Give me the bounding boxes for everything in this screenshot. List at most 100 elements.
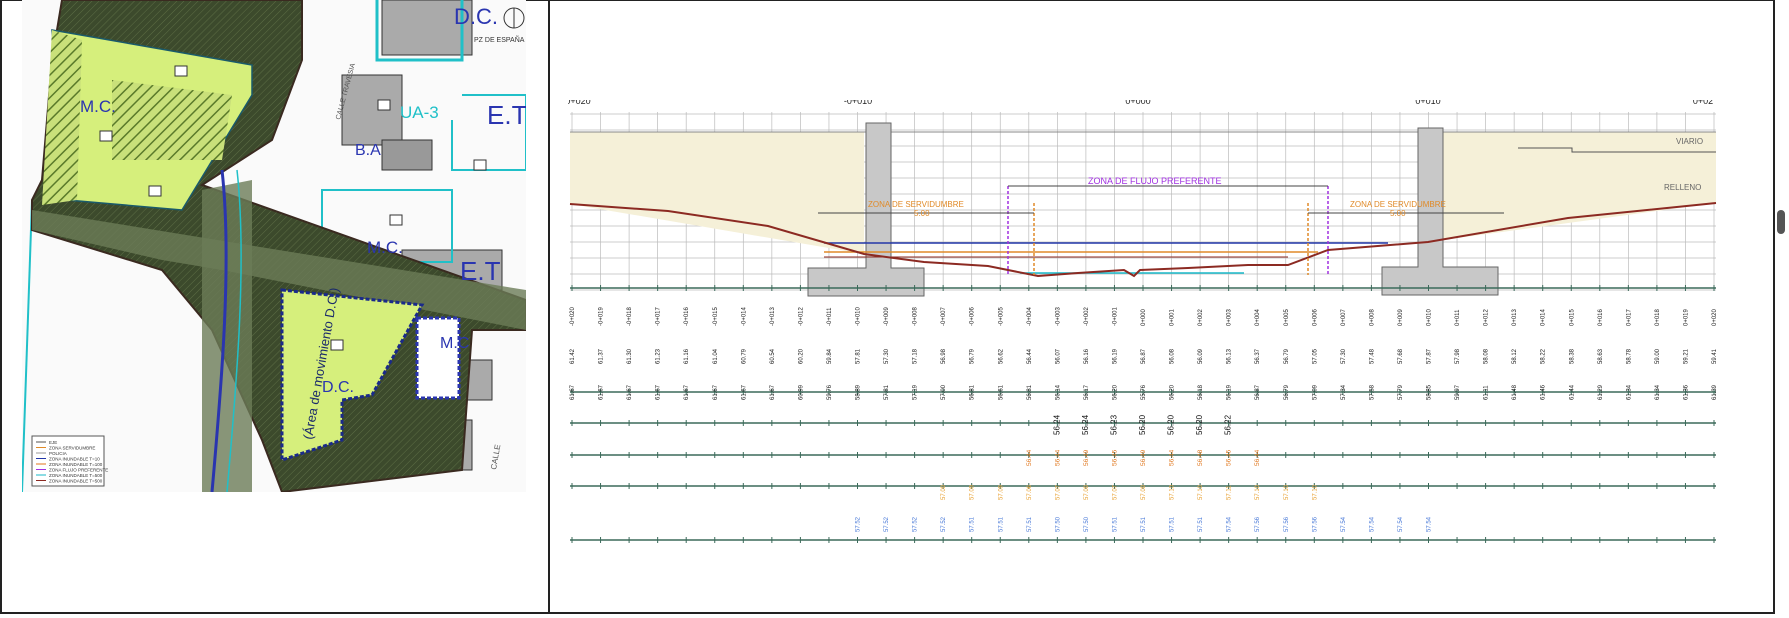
station-label: -0+011 xyxy=(827,307,833,326)
station-label: 0+020 xyxy=(1712,308,1718,326)
row3-value: 56.22 xyxy=(1224,414,1233,435)
cross-section-drawing: 0+020 -0+010 0+000 0+010 0+02 VIARIO RELLENO… xyxy=(565,96,1718,580)
station-label: 0+004 xyxy=(1255,308,1261,326)
row5-value: 57.10 xyxy=(1255,484,1261,500)
row2-value: 55.76 xyxy=(1141,384,1147,400)
row1-value: 60.20 xyxy=(798,348,804,364)
legend-label: ZONA INUNDABLE T=500 xyxy=(49,479,103,484)
row1-value: 56.37 xyxy=(1255,348,1261,364)
legend-label: POLICIA xyxy=(49,451,67,456)
row2-value: 61.67 xyxy=(741,384,747,400)
station-label: 0+016 xyxy=(1598,308,1604,326)
row3-value: 56.24 xyxy=(1081,414,1090,435)
row5-value: 57.07 xyxy=(1112,484,1118,500)
row2-value: 61.67 xyxy=(599,384,605,400)
row4-value: 56.45 xyxy=(1111,449,1118,466)
map-label-mc-right: M.C xyxy=(440,335,469,352)
row2-value: 56.81 xyxy=(970,384,976,400)
row3-value: 56.24 xyxy=(1052,414,1061,435)
flujo-label: ZONA DE FLUJO PREFERENTE xyxy=(1088,176,1222,186)
row1-value: 56.98 xyxy=(941,348,947,364)
row3-value: 56.20 xyxy=(1167,414,1176,435)
station-label: -0+004 xyxy=(1027,306,1033,326)
row4-value: 56.44 xyxy=(1054,449,1061,466)
station-label: -0+014 xyxy=(741,306,747,326)
row5-value: 57.11 xyxy=(1227,485,1233,500)
station-label: -0+003 xyxy=(1055,306,1061,326)
row2-value: 61.67 xyxy=(684,384,690,400)
section-data-band: -0+020 -0+019 -0+018 -0+017 -0+016 -0+015 -0+0… xyxy=(570,285,1718,543)
scroll-handle[interactable] xyxy=(1777,210,1785,234)
row5-value: 57.06 xyxy=(1027,484,1033,500)
row2-value: 61.67 xyxy=(656,384,662,400)
row5-value: 57.09 xyxy=(970,484,976,500)
chainage-top-labels: 0+020 -0+010 0+000 0+010 0+02 xyxy=(565,96,1713,106)
row5-value: 57.07 xyxy=(1055,484,1061,500)
row4-value: 56.48 xyxy=(1197,449,1204,466)
station-label: -0+007 xyxy=(941,306,947,326)
row1-value: 61.37 xyxy=(599,348,605,364)
row6-value: 57.54 xyxy=(1398,516,1404,532)
row2-value: 56.20 xyxy=(1112,384,1118,400)
station-label: -0+015 xyxy=(713,306,719,326)
station-label: 0+018 xyxy=(1655,308,1661,326)
station-label: 0+012 xyxy=(1484,308,1490,326)
row2-value: 61.39 xyxy=(1712,384,1718,400)
row1-value: 57.68 xyxy=(1398,348,1404,364)
row1-value: 57.18 xyxy=(913,348,919,364)
row1-value: 56.08 xyxy=(1170,348,1176,364)
row1-value: 57.81 xyxy=(856,348,862,364)
row6-value: 57.51 xyxy=(1198,516,1204,532)
station-label: 0+000 xyxy=(1141,308,1147,326)
row1-value: 58.22 xyxy=(1541,348,1547,364)
row3-value: 56.23 xyxy=(1109,414,1118,435)
row6-value: 57.51 xyxy=(1112,516,1118,532)
station-label: 0+006 xyxy=(1312,308,1318,326)
row1-value: 57.05 xyxy=(1312,348,1318,364)
row2-value: 61.67 xyxy=(570,384,576,400)
row4-value: 56.49 xyxy=(1083,449,1090,466)
row6-value: 57.52 xyxy=(941,516,947,532)
row5-value: 57.09 xyxy=(1084,484,1090,500)
row1-value: 60.79 xyxy=(741,348,747,364)
row1-value: 56.79 xyxy=(1284,348,1290,364)
station-label: -0+016 xyxy=(684,306,690,326)
row2-value: 61.46 xyxy=(1541,384,1547,400)
row1-value: 56.19 xyxy=(1112,348,1118,364)
station-label: -0+002 xyxy=(1084,306,1090,326)
serv-right-label: ZONA DE SERVIDUMBRE xyxy=(1350,200,1446,209)
row1-value: 61.30 xyxy=(627,348,633,364)
station-label: -0+010 xyxy=(856,306,862,326)
row4-value: 56.45 xyxy=(1226,449,1233,466)
row2-value: 61.67 xyxy=(713,384,719,400)
row2-value: 56.20 xyxy=(1170,384,1176,400)
row1-value: 59.00 xyxy=(1655,348,1661,364)
row2-value: 56.87 xyxy=(1255,384,1261,400)
row1-value: 60.54 xyxy=(770,348,776,364)
station-label: -0+018 xyxy=(627,306,633,326)
station-label: -0+017 xyxy=(656,306,662,326)
row2-value: 57.81 xyxy=(884,384,890,400)
row6-value: 57.54 xyxy=(1341,516,1347,532)
row2-value: 57.79 xyxy=(1398,384,1404,400)
legend-label: EJE xyxy=(49,440,57,445)
station-label: -0+013 xyxy=(770,306,776,326)
row1-value: 59.84 xyxy=(827,348,833,364)
row2-value: 61.29 xyxy=(1598,384,1604,400)
row2-value: 56.19 xyxy=(1227,384,1233,400)
row6-value: 57.52 xyxy=(856,516,862,532)
row5-value: 57.09 xyxy=(1141,484,1147,500)
station-label: 0+014 xyxy=(1541,308,1547,326)
site-plan-svg: D.C. PZ DE ESPAÑA M.C. UA-3 E.T B.A M.C.… xyxy=(22,0,526,492)
row2-value: 58.89 xyxy=(856,384,862,400)
row2-value: 61.34 xyxy=(1626,384,1632,400)
row4-value: 56.49 xyxy=(1140,449,1147,466)
chainage-top-label: 0+02 xyxy=(1693,100,1713,106)
chainage-top-label: 0+020 xyxy=(568,100,591,106)
serv-left-label: ZONA DE SERVIDUMBRE xyxy=(868,200,964,209)
row2-value: 59.97 xyxy=(1455,384,1461,400)
row2-value: 57.58 xyxy=(1369,384,1375,400)
row1-value: 57.48 xyxy=(1369,348,1375,364)
station-label: -0+020 xyxy=(570,306,576,326)
station-label: -0+012 xyxy=(798,306,804,326)
